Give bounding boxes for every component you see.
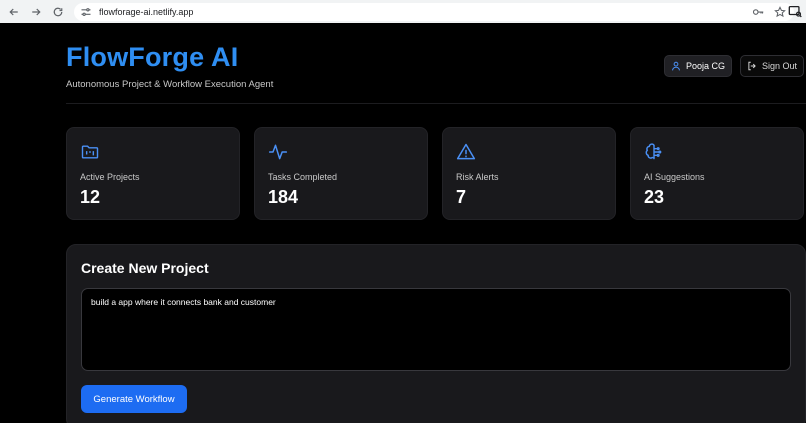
address-bar[interactable]: flowforage-ai.netlify.app xyxy=(74,2,794,21)
user-icon xyxy=(672,61,680,71)
app-title: FlowForge AI xyxy=(66,42,239,72)
stat-label: Tasks Completed xyxy=(268,172,338,182)
sign-out-button[interactable]: Sign Out xyxy=(740,55,804,77)
bookmark-star-icon[interactable] xyxy=(774,5,786,18)
stat-label: Risk Alerts xyxy=(456,172,499,182)
back-icon[interactable] xyxy=(6,4,22,20)
stat-value: 12 xyxy=(80,187,101,207)
create-project-title: Create New Project xyxy=(81,260,209,276)
user-name: Pooja CG xyxy=(685,61,726,71)
reload-icon[interactable] xyxy=(50,4,66,20)
app-subtitle: Autonomous Project & Workflow Execution … xyxy=(66,79,274,90)
stat-card-risk-alerts: Risk Alerts 7 xyxy=(442,127,616,220)
stat-label: AI Suggestions xyxy=(644,172,705,182)
forward-icon[interactable] xyxy=(28,4,44,20)
stat-value: 23 xyxy=(644,187,665,207)
header-divider xyxy=(66,103,806,104)
password-key-icon[interactable] xyxy=(752,6,764,18)
folder-kanban-icon xyxy=(80,142,100,162)
site-settings-icon[interactable] xyxy=(80,6,92,18)
stat-card-ai-suggestions: AI Suggestions 23 xyxy=(630,127,804,220)
user-profile-button[interactable]: Pooja CG xyxy=(664,55,732,77)
sign-out-icon xyxy=(748,61,756,71)
stat-card-tasks-completed: Tasks Completed 184 xyxy=(254,127,428,220)
generate-workflow-button[interactable]: Generate Workflow xyxy=(81,385,187,413)
project-prompt-input[interactable]: build a app where it connects bank and c… xyxy=(81,288,791,371)
activity-icon xyxy=(268,142,288,162)
url-text: flowforage-ai.netlify.app xyxy=(99,6,194,17)
stat-value: 184 xyxy=(268,187,299,207)
alert-triangle-icon xyxy=(456,142,476,162)
brain-icon xyxy=(644,142,664,162)
app-root: FlowForge AI Autonomous Project & Workfl… xyxy=(0,23,806,423)
screen-capture-icon[interactable] xyxy=(788,4,802,18)
stat-label: Active Projects xyxy=(80,172,140,182)
browser-toolbar: flowforage-ai.netlify.app xyxy=(0,0,806,23)
stat-card-active-projects: Active Projects 12 xyxy=(66,127,240,220)
sign-out-label: Sign Out xyxy=(761,61,798,71)
create-project-panel: Create New Project build a app where it … xyxy=(66,244,806,423)
stat-value: 7 xyxy=(456,187,467,207)
